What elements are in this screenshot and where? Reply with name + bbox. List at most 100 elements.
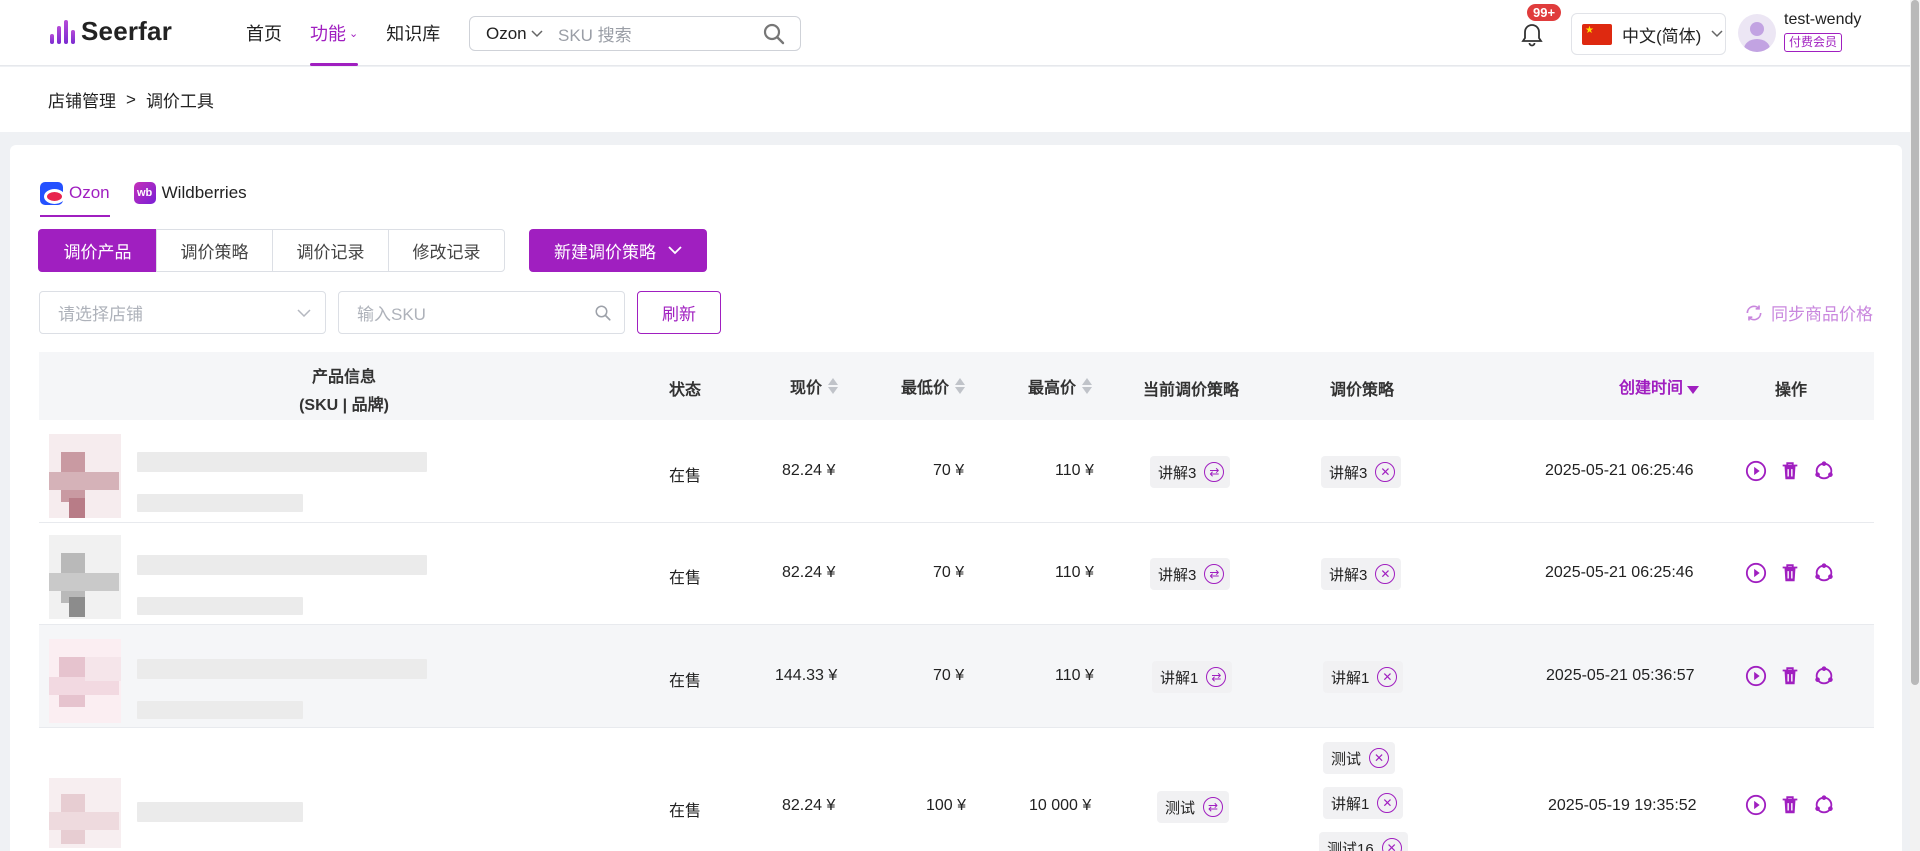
- strategy-tag[interactable]: 讲解3 ✕: [1321, 558, 1402, 590]
- nav-features-label: 功能: [310, 24, 346, 44]
- search-platform-select[interactable]: Ozon: [470, 24, 558, 44]
- product-sku-redacted: [137, 597, 303, 615]
- col-min-price[interactable]: 最低价: [901, 374, 966, 398]
- refresh-button[interactable]: 刷新: [637, 291, 721, 334]
- col-created-time[interactable]: 创建时间: [1619, 374, 1700, 398]
- trash-icon[interactable]: [1779, 794, 1801, 816]
- col-max-label: 最高价: [1028, 380, 1077, 397]
- table-header: 产品信息 (SKU | 品牌) 状态 现价 最低价 最高价 当前调价策略 调价策…: [39, 352, 1874, 420]
- table-row[interactable]: 在售 82.24 ¥ 70 ¥ 110 ¥ 讲解3 ⇄ 讲解3 ✕ 2025-05-…: [39, 523, 1874, 625]
- switch-icon[interactable]: ⇄: [1204, 564, 1225, 584]
- current-strategy-tag[interactable]: 讲解3 ⇄: [1150, 456, 1231, 488]
- cycle-icon[interactable]: [1813, 460, 1835, 482]
- sync-prices-button[interactable]: 同步商品价格: [1744, 300, 1873, 325]
- cycle-icon[interactable]: [1813, 562, 1835, 584]
- close-icon[interactable]: ✕: [1381, 838, 1402, 851]
- language-selector[interactable]: 中文(简体): [1571, 13, 1726, 55]
- row-actions: [1745, 562, 1835, 584]
- tab-pricing-records[interactable]: 调价记录: [272, 229, 389, 272]
- tab-wildberries-label: Wildberries: [161, 183, 247, 202]
- tab-ozon-label: Ozon: [69, 183, 110, 202]
- strategy-tag[interactable]: 讲解1 ✕: [1323, 661, 1404, 693]
- close-icon[interactable]: ✕: [1375, 564, 1396, 584]
- global-search: Ozon SKU 搜索: [469, 16, 801, 51]
- tab-ozon[interactable]: Ozon: [40, 175, 110, 217]
- play-icon[interactable]: [1745, 460, 1767, 482]
- product-sku-redacted: [137, 494, 303, 512]
- row-created-time: 2025-05-19 19:35:52: [1548, 797, 1697, 814]
- strategy-tag[interactable]: 测试16 ✕: [1319, 832, 1408, 851]
- row-max-price: 110 ¥: [1055, 462, 1094, 479]
- notification-badge: 99+: [1527, 4, 1562, 21]
- search-icon[interactable]: [594, 304, 612, 322]
- sku-input[interactable]: 输入SKU: [338, 291, 625, 334]
- strategy-tag[interactable]: 讲解3 ✕: [1321, 456, 1402, 488]
- play-icon[interactable]: [1745, 794, 1767, 816]
- breadcrumb-parent[interactable]: 店铺管理: [48, 87, 116, 112]
- bell-icon[interactable]: [1520, 22, 1544, 48]
- tab-pricing-products[interactable]: 调价产品: [38, 229, 157, 272]
- row-price: 144.33 ¥: [775, 667, 838, 684]
- strategy-tag[interactable]: 讲解1 ✕: [1323, 787, 1404, 819]
- cycle-icon[interactable]: [1813, 665, 1835, 687]
- col-price-label: 现价: [790, 380, 823, 397]
- tab-modification-records[interactable]: 修改记录: [388, 229, 505, 272]
- close-icon[interactable]: ✕: [1375, 462, 1396, 482]
- col-max-price[interactable]: 最高价: [1028, 374, 1093, 398]
- search-icon[interactable]: [762, 22, 786, 46]
- close-icon[interactable]: ✕: [1369, 748, 1390, 768]
- username[interactable]: test-wendy: [1784, 11, 1861, 29]
- close-icon[interactable]: ✕: [1377, 793, 1398, 813]
- cycle-icon[interactable]: [1813, 794, 1835, 816]
- trash-icon[interactable]: [1779, 460, 1801, 482]
- trash-icon[interactable]: [1779, 562, 1801, 584]
- row-min-price: 70 ¥: [933, 564, 965, 581]
- current-strategy-tag[interactable]: 讲解1 ⇄: [1152, 661, 1233, 693]
- sync-icon: [1746, 305, 1762, 320]
- col-product-label: 产品信息: [311, 369, 376, 386]
- strategy-tag[interactable]: 测试 ✕: [1323, 742, 1396, 774]
- table-row[interactable]: 在售 82.24 ¥ 70 ¥ 110 ¥ 讲解3 ⇄ 讲解3 ✕ 2025-05-…: [39, 420, 1874, 523]
- new-strategy-button[interactable]: 新建调价策略: [529, 229, 707, 272]
- strategy-label: 讲解1: [1331, 669, 1370, 687]
- play-icon[interactable]: [1745, 562, 1767, 584]
- nav-features[interactable]: 功能 ⌄: [310, 0, 359, 66]
- chevron-down-icon: [1711, 30, 1723, 38]
- nav-home[interactable]: 首页: [246, 0, 282, 66]
- table-row[interactable]: 在售 144.33 ¥ 70 ¥ 110 ¥ 讲解1 ⇄ 讲解1 ✕ 2025-05…: [39, 625, 1874, 728]
- language-label: 中文(简体): [1622, 26, 1702, 46]
- search-input[interactable]: SKU 搜索: [558, 21, 762, 46]
- china-flag-icon: [1582, 23, 1612, 45]
- store-select[interactable]: 请选择店铺: [39, 291, 326, 334]
- breadcrumb: 店铺管理 > 调价工具: [0, 67, 1910, 132]
- col-price[interactable]: 现价: [790, 374, 839, 398]
- trash-icon[interactable]: [1779, 665, 1801, 687]
- sort-icon: [828, 378, 839, 394]
- switch-icon[interactable]: ⇄: [1204, 462, 1225, 482]
- col-current-strategy-label: 当前调价策略: [1143, 382, 1240, 399]
- current-strategy-label: 讲解3: [1158, 464, 1197, 482]
- tab-wildberries[interactable]: wb Wildberries: [133, 175, 247, 211]
- brand-logo[interactable]: Seerfar: [50, 16, 172, 47]
- col-product-sublabel: (SKU | 品牌): [299, 397, 389, 414]
- current-strategy-tag[interactable]: 讲解3 ⇄: [1150, 558, 1231, 590]
- table-row[interactable]: 在售 82.24 ¥ 100 ¥ 10 000 ¥ 测试 ⇄ 测试 ✕ 讲解1 ✕ 测…: [39, 728, 1874, 851]
- nav-knowledge-label: 知识库: [386, 24, 441, 44]
- page-scrollbar[interactable]: [1910, 0, 1920, 851]
- switch-icon[interactable]: ⇄: [1206, 667, 1227, 687]
- avatar[interactable]: [1738, 14, 1776, 52]
- tab-pricing-strategies[interactable]: 调价策略: [156, 229, 273, 272]
- scrollbar-thumb[interactable]: [1911, 0, 1919, 685]
- current-strategy-tag[interactable]: 测试 ⇄: [1157, 791, 1230, 823]
- switch-icon[interactable]: ⇄: [1203, 797, 1224, 817]
- play-icon[interactable]: [1745, 665, 1767, 687]
- strategy-label: 讲解3: [1329, 566, 1368, 584]
- col-operations: 操作: [1775, 376, 1807, 400]
- sort-desc-icon: [1687, 386, 1700, 394]
- close-icon[interactable]: ✕: [1377, 667, 1398, 687]
- nav-knowledge[interactable]: 知识库: [386, 0, 440, 66]
- row-price: 82.24 ¥: [782, 462, 836, 479]
- view-segments: 调价产品 调价策略 调价记录 修改记录: [38, 229, 505, 272]
- wildberries-logo-icon: wb: [133, 182, 156, 204]
- brand-name: Seerfar: [81, 16, 173, 46]
